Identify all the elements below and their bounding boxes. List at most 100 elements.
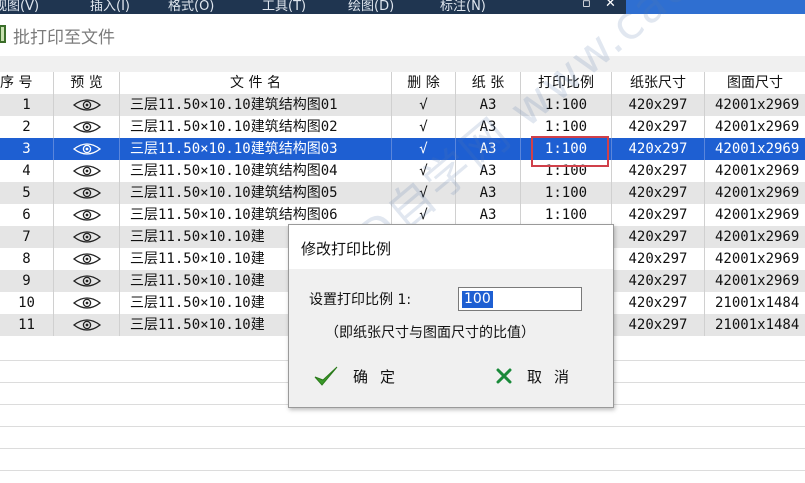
col-header-scale[interactable]: 打印比例 <box>521 72 612 94</box>
col-header-filename[interactable]: 文 件 名 <box>120 72 392 94</box>
row-scale[interactable]: 1:100 <box>521 116 612 138</box>
row-paper[interactable]: A3 <box>456 116 521 138</box>
menu-view[interactable]: 视图(V) <box>0 0 39 14</box>
row-preview[interactable] <box>54 292 120 314</box>
row-preview[interactable] <box>54 116 120 138</box>
row-drawing-size: 42001x2969 <box>715 185 800 201</box>
row-preview[interactable] <box>54 270 120 292</box>
cancel-button[interactable]: 取消 <box>495 363 581 389</box>
row-filename[interactable]: 三层11.50×10.10建筑结构图01 <box>120 94 392 116</box>
row-scale[interactable]: 1:100 <box>521 160 612 182</box>
row-preview[interactable] <box>54 314 120 336</box>
menu-draw[interactable]: 绘图(D) <box>348 0 394 14</box>
row-paper[interactable]: A3 <box>456 138 521 160</box>
row-delete[interactable]: √ <box>392 94 456 116</box>
scale-note: （即纸张尺寸与图面尺寸的比值） <box>325 325 535 341</box>
col-header-preview[interactable]: 预 览 <box>54 72 120 94</box>
row-preview[interactable] <box>54 182 120 204</box>
row-paper-size: 420x297 <box>612 182 705 204</box>
table-row[interactable]: 2 三层11.50×10.10建筑结构图02 √ A3 1:100 420x297 4200… <box>0 116 805 138</box>
col-header-drawing-size[interactable]: 图面尺寸 <box>705 72 805 94</box>
empty-grid-line <box>0 470 805 471</box>
row-scale[interactable]: 1:100 <box>521 204 612 226</box>
row-paper[interactable]: A3 <box>456 182 521 204</box>
eye-icon[interactable] <box>72 230 102 244</box>
row-filename[interactable]: 三层11.50×10.10建筑结构图06 <box>120 204 392 226</box>
row-number: 1 <box>0 94 54 116</box>
empty-grid-line <box>0 426 805 427</box>
row-drawing-size: 42001x2969 <box>715 207 800 223</box>
col-header-no[interactable]: 序 号 <box>0 72 54 94</box>
eye-icon[interactable] <box>72 142 102 156</box>
col-header-delete[interactable]: 删 除 <box>392 72 456 94</box>
row-paper[interactable]: A3 <box>456 160 521 182</box>
eye-icon[interactable] <box>72 318 102 332</box>
eye-icon[interactable] <box>72 274 102 288</box>
table-row[interactable]: 6 三层11.50×10.10建筑结构图06 √ A3 1:100 420x297 4200… <box>0 204 805 226</box>
row-number: 3 <box>0 138 54 160</box>
scale-input-selection: 100 <box>462 291 493 308</box>
row-drawing-size: 42001x2969 <box>715 251 800 267</box>
menu-format[interactable]: 格式(O) <box>168 0 214 14</box>
row-filename[interactable]: 三层11.50×10.10建筑结构图03 <box>120 138 392 160</box>
row-number: 4 <box>0 160 54 182</box>
row-scale[interactable]: 1:100 <box>521 94 612 116</box>
row-paper-size: 420x297 <box>612 314 705 336</box>
row-preview[interactable] <box>54 248 120 270</box>
row-drawing-size: 42001x2969 <box>715 141 800 157</box>
row-preview[interactable] <box>54 226 120 248</box>
col-header-paper[interactable]: 纸 张 <box>456 72 521 94</box>
eye-icon[interactable] <box>72 186 102 200</box>
row-number: 7 <box>0 226 54 248</box>
restore-icon[interactable]: ▫ <box>582 0 591 11</box>
row-filename[interactable]: 三层11.50×10.10建筑结构图02 <box>120 116 392 138</box>
row-paper-size: 420x297 <box>612 116 705 138</box>
eye-icon[interactable] <box>72 296 102 310</box>
window-title-bar: 批打印至文件 <box>0 14 805 56</box>
x-icon <box>496 368 512 384</box>
row-delete[interactable]: √ <box>392 160 456 182</box>
row-paper-size: 420x297 <box>612 292 705 314</box>
table-row[interactable]: 1 三层11.50×10.10建筑结构图01 √ A3 1:100 420x297 4200… <box>0 94 805 116</box>
menu-insert[interactable]: 插入(I) <box>90 0 130 14</box>
row-preview[interactable] <box>54 138 120 160</box>
table-row[interactable]: 5 三层11.50×10.10建筑结构图05 √ A3 1:100 420x297 4200… <box>0 182 805 204</box>
row-preview[interactable] <box>54 94 120 116</box>
eye-icon[interactable] <box>72 208 102 222</box>
row-drawing-size: 21001x1484 <box>715 295 800 311</box>
eye-icon[interactable] <box>72 164 102 178</box>
eye-icon[interactable] <box>72 252 102 266</box>
close-icon[interactable]: ✕ <box>605 0 616 11</box>
table-row[interactable]: 3 三层11.50×10.10建筑结构图03 √ A3 1:100 420x297 4200… <box>0 138 805 160</box>
ok-button[interactable]: 确定 <box>313 363 407 389</box>
modify-scale-dialog: 修改打印比例 设置打印比例 1: 100 （即纸张尺寸与图面尺寸的比值） 确定 … <box>288 224 614 408</box>
row-scale[interactable]: 1:100 <box>521 182 612 204</box>
row-number: 10 <box>0 292 54 314</box>
row-number: 6 <box>0 204 54 226</box>
row-number: 5 <box>0 182 54 204</box>
row-preview[interactable] <box>54 204 120 226</box>
row-paper-size: 420x297 <box>612 204 705 226</box>
row-filename[interactable]: 三层11.50×10.10建筑结构图04 <box>120 160 392 182</box>
row-delete[interactable]: √ <box>392 138 456 160</box>
row-paper[interactable]: A3 <box>456 204 521 226</box>
row-filename[interactable]: 三层11.50×10.10建筑结构图05 <box>120 182 392 204</box>
menu-bar: 视图(V) 插入(I) 格式(O) 工具(T) 绘图(D) 标注(N) ▫ ✕ <box>0 0 805 14</box>
row-number: 8 <box>0 248 54 270</box>
menu-dimension[interactable]: 标注(N) <box>440 0 486 14</box>
row-delete[interactable]: √ <box>392 116 456 138</box>
col-header-paper-size[interactable]: 纸张尺寸 <box>612 72 705 94</box>
row-delete[interactable]: √ <box>392 204 456 226</box>
row-preview[interactable] <box>54 160 120 182</box>
title-separator <box>0 56 805 72</box>
row-paper-size: 420x297 <box>612 94 705 116</box>
table-row[interactable]: 4 三层11.50×10.10建筑结构图04 √ A3 1:100 420x297 4200… <box>0 160 805 182</box>
row-scale[interactable]: 1:100 <box>521 138 612 160</box>
eye-icon[interactable] <box>72 98 102 112</box>
menu-tools[interactable]: 工具(T) <box>262 0 306 14</box>
row-drawing-size: 42001x2969 <box>715 273 800 289</box>
row-delete[interactable]: √ <box>392 182 456 204</box>
eye-icon[interactable] <box>72 120 102 134</box>
row-paper[interactable]: A3 <box>456 94 521 116</box>
row-paper-size: 420x297 <box>612 248 705 270</box>
